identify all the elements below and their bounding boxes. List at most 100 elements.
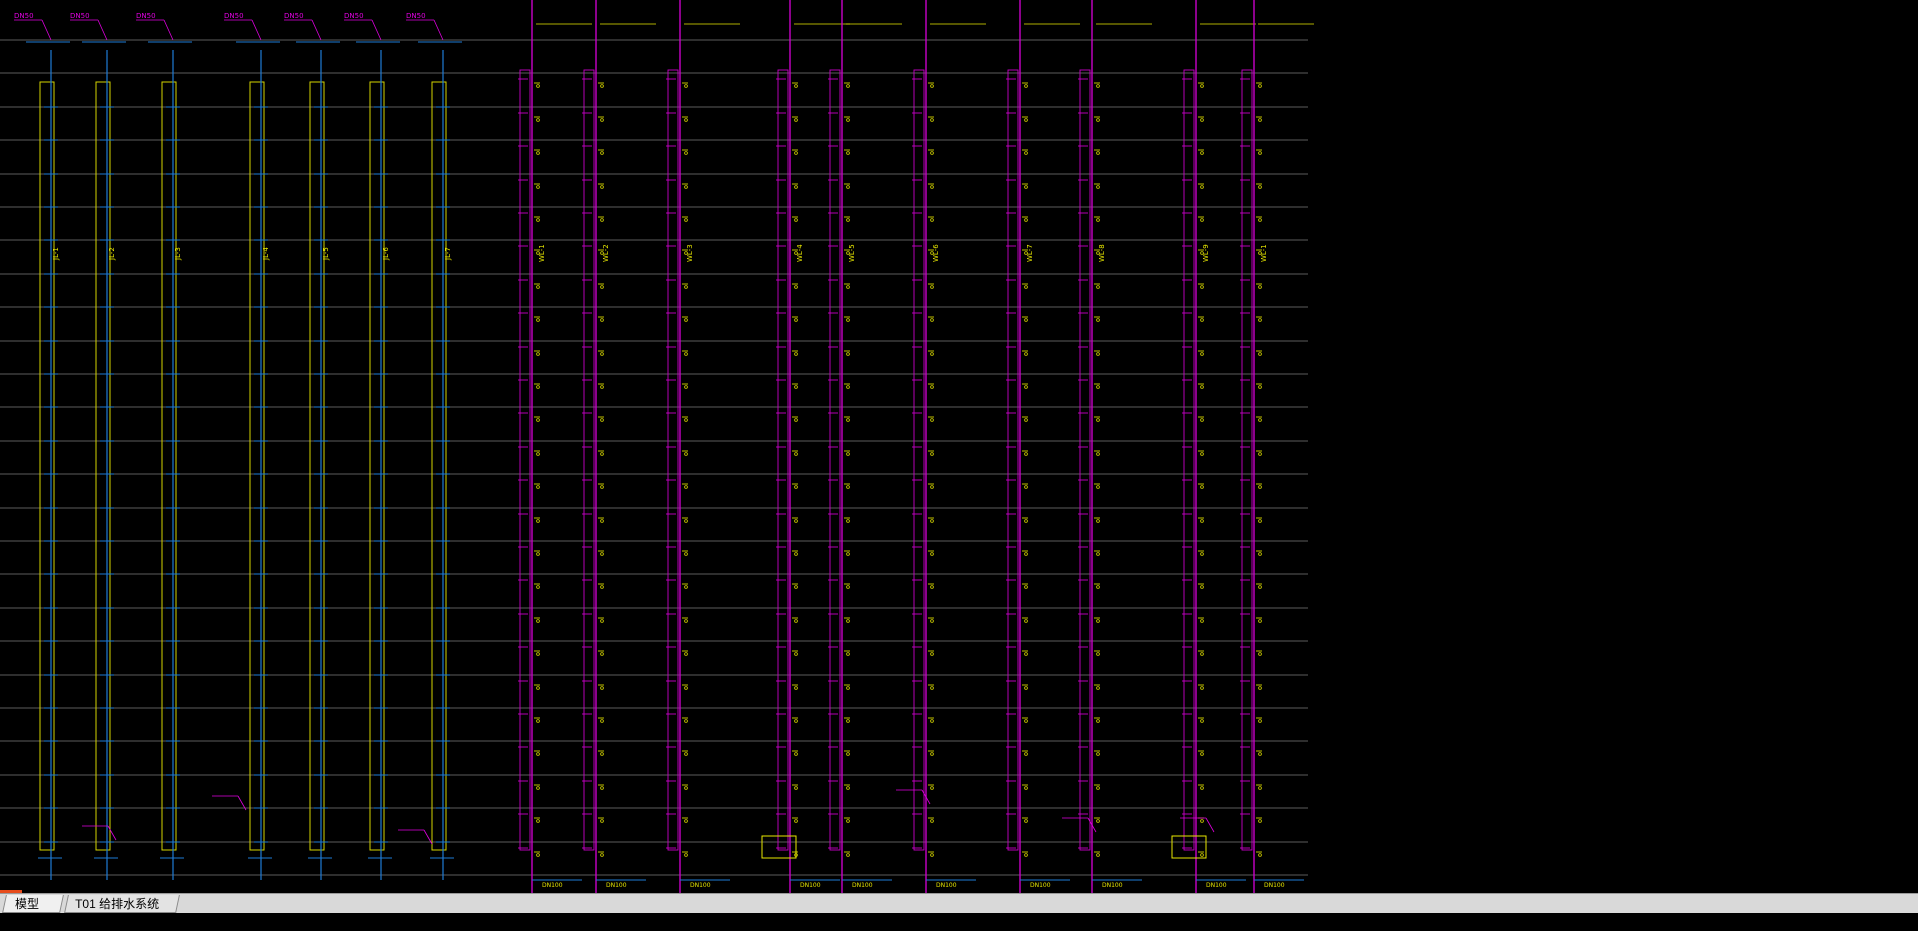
floor-drain-trap	[1200, 485, 1204, 489]
floor-drain-trap	[1096, 519, 1100, 523]
stack-label: WL-1	[1260, 244, 1268, 262]
floor-drain-trap	[536, 619, 540, 623]
floor-drain-trap	[1024, 118, 1028, 122]
tag-leader	[251, 19, 262, 41]
floor-drain-trap	[1258, 853, 1262, 857]
floor-drain-trap	[930, 519, 934, 523]
floor-drain-trap	[1258, 585, 1262, 589]
floor-drain-trap	[794, 719, 798, 723]
floor-drain-trap	[930, 84, 934, 88]
floor-drain-trap	[684, 752, 688, 756]
outlet-tag: DN100	[690, 882, 711, 889]
floor-drain-trap	[1096, 118, 1100, 122]
floor-drain-trap	[930, 652, 934, 656]
floor-drain-trap	[846, 686, 850, 690]
floor-drain-trap	[1096, 853, 1100, 857]
floor-drain-trap	[600, 318, 604, 322]
floor-drain-trap	[1024, 84, 1028, 88]
floor-drain-trap	[1024, 652, 1028, 656]
floor-drain-trap	[600, 118, 604, 122]
floor-drain-trap	[600, 552, 604, 556]
tab-model[interactable]: 模型	[2, 895, 64, 913]
tab-layout-t01[interactable]: T01 给排水系统图	[64, 895, 180, 929]
floor-drain-trap	[600, 452, 604, 456]
floor-drain-trap	[930, 485, 934, 489]
drain-riser	[95, 81, 111, 851]
floor-drain-trap	[1024, 619, 1028, 623]
tag-leader	[371, 19, 382, 41]
floor-drain-trap	[536, 585, 540, 589]
floor-drain-trap	[1200, 151, 1204, 155]
floor-drain-trap	[846, 585, 850, 589]
floor-drain-trap	[930, 752, 934, 756]
tag-leader	[433, 19, 444, 41]
drain-riser	[39, 81, 55, 851]
floor-drain-trap	[846, 452, 850, 456]
riser-top-tag: DN50	[406, 12, 426, 20]
drain-stack	[913, 69, 925, 851]
floor-drain-trap	[1024, 519, 1028, 523]
floor-drain-trap	[600, 352, 604, 356]
stack-label: WL-4	[796, 244, 804, 262]
floor-drain-trap	[600, 786, 604, 790]
floor-drain-trap	[684, 285, 688, 289]
floor-drain-trap	[1200, 752, 1204, 756]
floor-drain-trap	[930, 352, 934, 356]
floor-drain-trap	[536, 84, 540, 88]
floor-drain-trap	[1024, 318, 1028, 322]
floor-drain-trap	[1096, 719, 1100, 723]
floor-drain-trap	[1024, 786, 1028, 790]
drawing-canvas[interactable]: DN50 JL-1 DN50 JL-2 DN50 JL-3 DN50 JL-4 DN50 JL-5…	[0, 0, 1918, 893]
floor-drain-trap	[794, 552, 798, 556]
floor-drain-trap	[1200, 619, 1204, 623]
floor-drain-trap	[1258, 84, 1262, 88]
floor-drain-trap	[846, 819, 850, 823]
floor-drain-trap	[930, 385, 934, 389]
floor-drain-trap	[1096, 485, 1100, 489]
floor-drain-trap	[1258, 285, 1262, 289]
floor-drain-trap	[930, 819, 934, 823]
floor-drain-trap	[1024, 819, 1028, 823]
floor-drain-trap	[794, 84, 798, 88]
floor-drain-trap	[1200, 84, 1204, 88]
riser-top-tag: DN50	[70, 12, 90, 20]
floor-drain-trap	[1096, 585, 1100, 589]
floor-drain-trap	[1096, 452, 1100, 456]
floor-drain-trap	[1096, 385, 1100, 389]
floor-drain-trap	[930, 619, 934, 623]
floor-drain-trap	[794, 485, 798, 489]
riser-top-tag: DN50	[224, 12, 244, 20]
floor-drain-trap	[1258, 619, 1262, 623]
floor-drain-trap	[600, 719, 604, 723]
detail-leader	[107, 825, 117, 841]
floor-drain-trap	[794, 452, 798, 456]
floor-drain-trap	[536, 385, 540, 389]
floor-drain-trap	[1024, 218, 1028, 222]
floor-drain-trap	[1096, 352, 1100, 356]
floor-drain-trap	[1024, 552, 1028, 556]
floor-drain-trap	[1096, 652, 1100, 656]
floor-drain-trap	[1258, 652, 1262, 656]
floor-drain-trap	[1200, 819, 1204, 823]
floor-drain-trap	[930, 285, 934, 289]
floor-drain-trap	[1096, 752, 1100, 756]
stack-label: WL-1	[538, 244, 546, 262]
floor-drain-trap	[600, 619, 604, 623]
riser-label: JL-6	[382, 247, 390, 261]
floor-drain-trap	[536, 853, 540, 857]
floor-drain-trap	[930, 853, 934, 857]
floor-drain-trap	[684, 519, 688, 523]
drain-stack	[777, 69, 789, 851]
floor-drain-trap	[1024, 853, 1028, 857]
floor-drain-trap	[1258, 719, 1262, 723]
layout-tab-bar: 模型 T01 给排水系统图	[0, 893, 1918, 929]
floor-drain-trap	[1024, 418, 1028, 422]
outlet-tag: DN100	[936, 882, 957, 889]
floor-drain-trap	[1096, 84, 1100, 88]
tag-leader	[41, 19, 52, 41]
drain-stack	[1183, 69, 1195, 851]
outlet-tag: DN100	[1206, 882, 1227, 889]
floor-drain-trap	[1200, 652, 1204, 656]
floor-drain-trap	[1096, 686, 1100, 690]
floor-drain-trap	[846, 552, 850, 556]
